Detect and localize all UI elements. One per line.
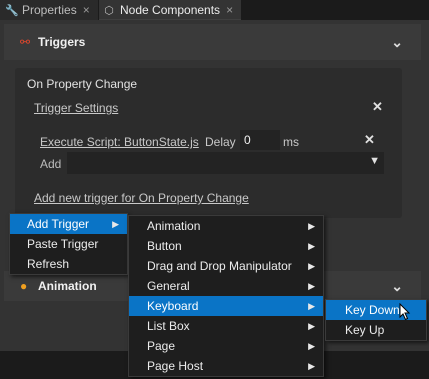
- menu-item-animation[interactable]: Animation ▶: [129, 216, 323, 236]
- menu-item-label: List Box: [147, 319, 190, 333]
- menu-item-key-down[interactable]: Key Down: [326, 300, 426, 320]
- triggers-section-header[interactable]: ⚯ Triggers ⌄: [4, 24, 421, 60]
- submenu-arrow-icon: ▶: [308, 361, 315, 371]
- menu-item-refresh[interactable]: Refresh: [10, 254, 127, 274]
- chevron-down-icon[interactable]: ⌄: [391, 278, 403, 295]
- submenu-arrow-icon: ▶: [308, 301, 315, 311]
- menu-item-label: Page Host: [147, 359, 204, 373]
- add-new-trigger-link[interactable]: Add new trigger for On Property Change: [34, 191, 249, 205]
- menu-item-label: Add Trigger: [27, 217, 90, 231]
- menu-item-label: Page: [147, 339, 176, 353]
- menu-item-label: Key Down: [345, 303, 400, 317]
- trigger-title: On Property Change: [27, 77, 138, 91]
- menu-item-key-up[interactable]: Key Up: [326, 320, 426, 340]
- trigger-settings-link[interactable]: Trigger Settings: [34, 101, 118, 115]
- menu-item-keyboard[interactable]: Keyboard ▶: [129, 296, 323, 316]
- tab-properties-label: Properties: [22, 3, 77, 17]
- submenu-arrow-icon: ▶: [308, 221, 315, 231]
- menu-item-paste-trigger[interactable]: Paste Trigger: [10, 234, 127, 254]
- action-link[interactable]: Execute Script: ButtonState.js: [40, 135, 199, 149]
- context-menu: Add Trigger ▶ Paste Trigger Refresh: [9, 213, 128, 275]
- menu-item-label: Drag and Drop Manipulator: [147, 259, 292, 273]
- menu-item-button[interactable]: Button ▶: [129, 236, 323, 256]
- menu-item-label: Refresh: [27, 257, 70, 271]
- wrench-icon: 🔧: [5, 4, 19, 17]
- menu-item-general[interactable]: General ▶: [129, 276, 323, 296]
- delay-label: Delay: [205, 135, 236, 149]
- menu-item-label: Animation: [147, 219, 201, 233]
- trigger-card: On Property Change Trigger Settings ✕ Ex…: [15, 68, 402, 218]
- tab-node-components[interactable]: ⬡ Node Components ×: [99, 0, 241, 20]
- close-icon[interactable]: ✕: [372, 99, 383, 115]
- delay-unit-label: ms: [283, 135, 299, 149]
- dropdown-arrow-icon[interactable]: ▼: [369, 155, 380, 167]
- submenu-arrow-icon: ▶: [112, 219, 119, 229]
- menu-item-add-trigger[interactable]: Add Trigger ▶: [10, 214, 127, 234]
- node-components-icon: ⬡: [104, 4, 114, 17]
- close-icon[interactable]: ✕: [364, 132, 375, 148]
- menu-item-label: Button: [147, 239, 182, 253]
- close-icon[interactable]: ×: [226, 3, 233, 17]
- delay-input[interactable]: 0: [240, 130, 280, 150]
- submenu-arrow-icon: ▶: [308, 281, 315, 291]
- trigger-type-menu: Animation ▶ Button ▶ Drag and Drop Manip…: [128, 215, 324, 377]
- close-icon[interactable]: ×: [83, 3, 90, 17]
- submenu-arrow-icon: ▶: [308, 241, 315, 251]
- keyboard-trigger-menu: Key Down Key Up: [325, 299, 427, 341]
- submenu-arrow-icon: ▶: [308, 321, 315, 331]
- animation-icon: ●: [20, 279, 28, 293]
- menu-item-page-host[interactable]: Page Host ▶: [129, 356, 323, 376]
- link-icon: ⚯: [20, 35, 31, 49]
- add-action-label: Add: [40, 157, 62, 171]
- menu-item-label: General: [147, 279, 190, 293]
- tab-bar: 🔧 Properties × ⬡ Node Components ×: [0, 0, 429, 21]
- menu-item-drag-and-drop-manipulator[interactable]: Drag and Drop Manipulator ▶: [129, 256, 323, 276]
- animation-section-title: Animation: [38, 279, 97, 293]
- submenu-arrow-icon: ▶: [308, 341, 315, 351]
- menu-item-list-box[interactable]: List Box ▶: [129, 316, 323, 336]
- tab-node-components-label: Node Components: [120, 3, 221, 17]
- menu-item-label: Keyboard: [147, 299, 199, 313]
- menu-item-label: Key Up: [345, 323, 385, 337]
- tab-properties[interactable]: 🔧 Properties ×: [0, 0, 98, 20]
- chevron-down-icon[interactable]: ⌄: [391, 34, 403, 51]
- add-action-dropdown[interactable]: ▼: [67, 152, 384, 174]
- submenu-arrow-icon: ▶: [308, 261, 315, 271]
- triggers-section-title: Triggers: [38, 35, 86, 49]
- menu-item-label: Paste Trigger: [27, 237, 99, 251]
- menu-item-page[interactable]: Page ▶: [129, 336, 323, 356]
- mouse-cursor-icon: [399, 303, 411, 321]
